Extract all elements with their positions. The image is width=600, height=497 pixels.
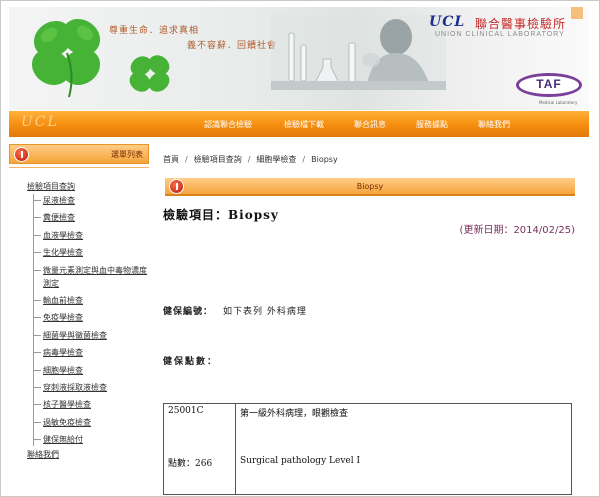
slogan-line-2: 義不容辭．回饋社會 bbox=[187, 41, 278, 51]
sidebar-item-allergy[interactable]: 過敏免疫檢查 bbox=[34, 416, 149, 429]
fee-table: 25001C 點數：266 第一級外科病理，眼觀檢查 Surgical path… bbox=[163, 403, 572, 495]
sidebar-item-virology[interactable]: 病毒學檢查 bbox=[34, 346, 149, 359]
item-title: 檢驗項目：Biopsy bbox=[163, 208, 279, 222]
slogan-line-1: 尊重生命．追求真相 bbox=[109, 26, 200, 36]
main-nav-bar: UCL 認識聯合檢驗 檢驗檔下載 聯合訊息 服務據點 聯絡我們 bbox=[9, 111, 589, 137]
sidebar-item-stool[interactable]: 糞便檢查 bbox=[34, 211, 149, 224]
clover-logo-small bbox=[129, 55, 170, 92]
sidebar-item-biochemistry[interactable]: 生化學檢查 bbox=[34, 246, 149, 259]
table-cell-name: 第一級外科病理，眼觀檢查 Surgical pathology Level I bbox=[235, 403, 572, 495]
sidebar-item-cytology[interactable]: 細胞學檢查 bbox=[34, 364, 149, 377]
taf-accreditation-logo: TAF bbox=[516, 73, 582, 97]
section-title: Biopsy bbox=[356, 182, 384, 191]
breadcrumb-cytology[interactable]: 細胞學檢查 bbox=[256, 155, 296, 164]
header-banner: 尊重生命．追求真相 義不容辭．回饋社會 UCL 聯合醫事檢驗所 UNION CL… bbox=[9, 7, 589, 110]
nav-item-news[interactable]: 聯合訊息 bbox=[354, 119, 386, 130]
sidebar: 選單列表 檢驗項目查詢 尿液檢查 糞便檢查 血液學檢查 生化學檢查 微量元素測定… bbox=[9, 144, 149, 484]
sidebar-tree: 檢驗項目查詢 尿液檢查 糞便檢查 血液學檢查 生化學檢查 微量元素測定與血中毒物… bbox=[27, 180, 149, 462]
section-header: Biopsy bbox=[165, 178, 575, 196]
sidebar-item-hematology[interactable]: 血液學檢查 bbox=[34, 229, 149, 242]
main-content: 首頁 / 檢驗項目查詢 / 細胞學檢查 / Biopsy Biopsy 檢驗項目：Biops… bbox=[163, 144, 589, 495]
sidebar-item-immunology[interactable]: 免疫學檢查 bbox=[34, 311, 149, 324]
nav-item-contact[interactable]: 聯絡我們 bbox=[478, 119, 510, 130]
fee-points: 點數：266 bbox=[168, 459, 213, 469]
fee-name-zh: 第一級外科病理，眼觀檢查 bbox=[240, 409, 349, 419]
sidebar-divider bbox=[9, 167, 149, 168]
sidebar-item-bacteriology[interactable]: 細菌學與黴菌檢查 bbox=[34, 329, 149, 342]
ucl-logo: UCL bbox=[429, 14, 466, 30]
breadcrumb-home[interactable]: 首頁 bbox=[163, 155, 179, 164]
nhi-code-value: 如下表列 外科病理 bbox=[223, 307, 307, 317]
breadcrumb: 首頁 / 檢驗項目查詢 / 細胞學檢查 / Biopsy bbox=[163, 155, 338, 164]
sidebar-item-test-lookup[interactable]: 檢驗項目查詢 bbox=[27, 180, 149, 194]
sidebar-item-puncture-fluid[interactable]: 穿刺液採取液檢查 bbox=[34, 381, 149, 394]
sidebar-item-nuclear-medicine[interactable]: 核子醫學檢查 bbox=[34, 398, 149, 411]
nav-ucl-mark: UCL bbox=[21, 114, 59, 130]
nav-item-locations[interactable]: 服務據點 bbox=[416, 119, 448, 130]
table-cell-code: 25001C 點數：266 bbox=[163, 403, 236, 495]
nav-item-about[interactable]: 認識聯合檢驗 bbox=[204, 119, 252, 130]
nhi-points-label: 健保點數： bbox=[163, 357, 219, 367]
clover-logo-large bbox=[31, 18, 101, 98]
nav-item-downloads[interactable]: 檢驗檔下載 bbox=[284, 119, 324, 130]
page-frame: 尊重生命．追求真相 義不容辭．回饋社會 UCL 聯合醫事檢驗所 UNION CL… bbox=[0, 0, 600, 497]
sidebar-title: 選單列表 bbox=[111, 150, 143, 159]
sidebar-subitems: 尿液檢查 糞便檢查 血液學檢查 生化學檢查 微量元素測定與血中毒物濃度測定 輸血… bbox=[33, 194, 149, 447]
nhi-code-label: 健保編號： bbox=[163, 307, 214, 317]
breadcrumb-current: Biopsy bbox=[311, 155, 338, 164]
nhi-code-line: 健保編號： 如下表列 外科病理 bbox=[163, 304, 307, 317]
brand-name-en: UNION CLINICAL LABORATORY bbox=[435, 31, 565, 38]
sidebar-item-not-covered[interactable]: 健保無給付 bbox=[34, 433, 149, 446]
sidebar-item-pre-transfusion[interactable]: 輸血前檢查 bbox=[34, 294, 149, 307]
nav-menu: 認識聯合檢驗 檢驗檔下載 聯合訊息 服務據點 聯絡我們 bbox=[204, 111, 540, 137]
sidebar-item-contact[interactable]: 聯絡我們 bbox=[27, 448, 149, 462]
sidebar-item-trace-elements[interactable]: 微量元素測定與血中毒物濃度測定 bbox=[34, 264, 149, 290]
table-row: 25001C 點數：266 第一級外科病理，眼觀檢查 Surgical path… bbox=[163, 403, 572, 495]
brand-name-zh: 聯合醫事檢驗所 bbox=[475, 17, 567, 31]
sidebar-item-urine[interactable]: 尿液檢查 bbox=[34, 194, 149, 207]
sidebar-header: 選單列表 bbox=[9, 144, 149, 164]
power-circle-icon bbox=[14, 147, 29, 162]
fee-name-en: Surgical pathology Level I bbox=[240, 456, 361, 466]
corner-decoration bbox=[571, 7, 583, 19]
fee-code: 25001C bbox=[168, 406, 204, 416]
laboratory-illustration bbox=[271, 15, 446, 90]
taf-caption: Medical Laboratory bbox=[539, 100, 578, 105]
breadcrumb-test-lookup[interactable]: 檢驗項目查詢 bbox=[194, 155, 242, 164]
update-date: (更新日期：2014/02/25) bbox=[459, 225, 575, 236]
